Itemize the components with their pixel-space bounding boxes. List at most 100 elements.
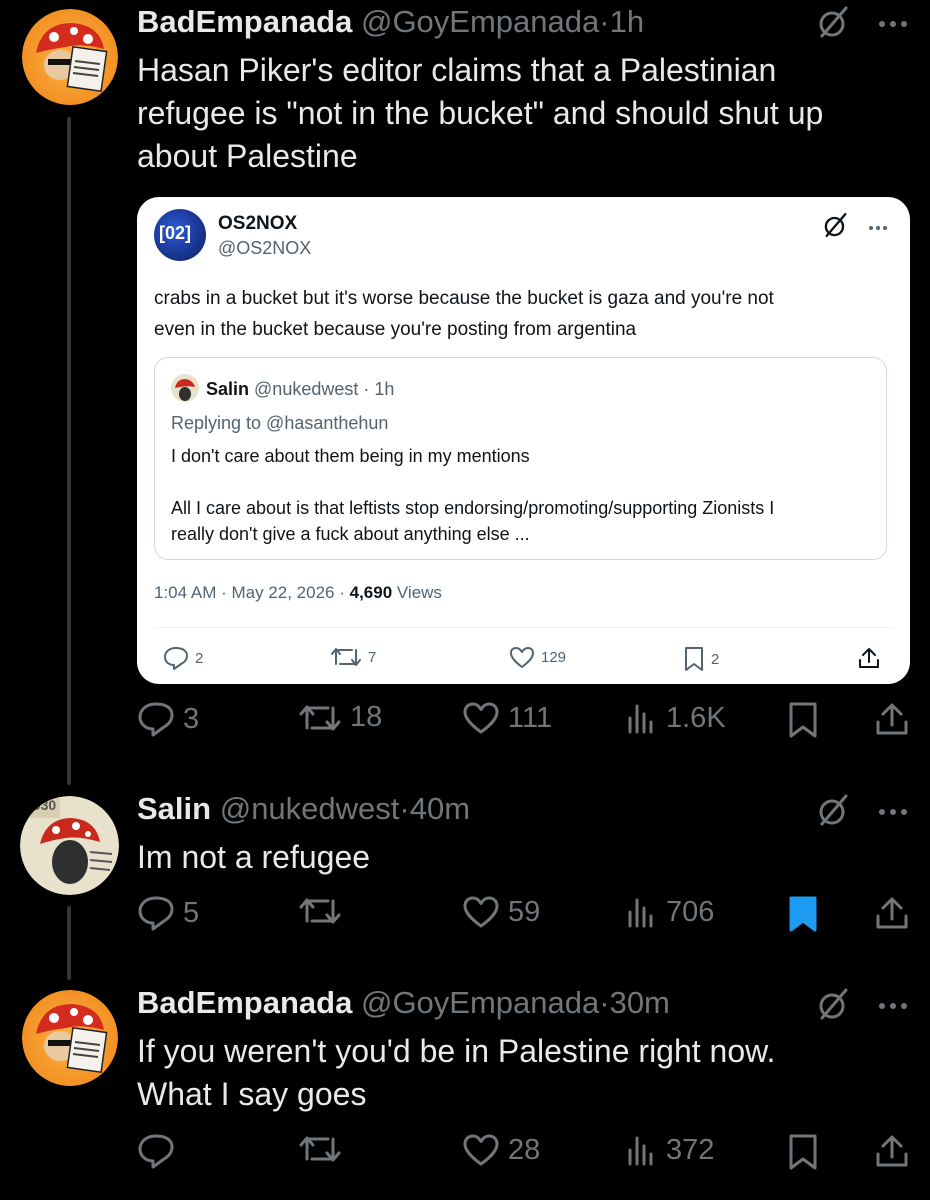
post-time[interactable]: 30m [610, 985, 670, 1020]
post-top-icons [816, 792, 908, 833]
author-name[interactable]: Salin [137, 791, 211, 826]
more-icon[interactable] [878, 998, 908, 1016]
quote-views-count: 4,690 [349, 583, 393, 602]
avatar-badempanada[interactable] [22, 9, 118, 105]
post-text: Hasan Piker's editor claims that a Pales… [137, 52, 824, 174]
post-text: Im not a refugee [137, 839, 371, 875]
post-actions: 5 59 706 [137, 895, 909, 939]
repost-icon [299, 1136, 341, 1162]
bookmark-icon [685, 647, 703, 671]
nested-avatar[interactable] [171, 374, 199, 402]
reply-button[interactable]: 3 [137, 701, 199, 737]
author-handle[interactable]: @nukedwest [220, 791, 400, 826]
nested-author-handle[interactable]: @nukedwest [254, 379, 358, 399]
quote-author-name[interactable]: OS2NOX [218, 213, 297, 235]
author-handle[interactable]: @GoyEmpanada [361, 4, 599, 39]
post-top-icons [816, 986, 908, 1027]
repost-button[interactable] [298, 895, 350, 927]
replying-to[interactable]: Replying to @hasanthehun [171, 413, 388, 434]
avatar-year-badge: 1930 [25, 797, 57, 813]
nested-post-time: 1h [374, 379, 395, 399]
thread-connector [67, 906, 71, 980]
nested-author-name[interactable]: Salin [206, 379, 249, 399]
post-header: BadEmpanada @GoyEmpanada·30m [137, 985, 670, 1021]
grok-icon[interactable] [816, 4, 852, 45]
views-button[interactable]: 372 [626, 1133, 714, 1167]
author-name[interactable]: BadEmpanada [137, 4, 352, 39]
bookmark-icon [789, 1134, 817, 1170]
quote-bookmark-button[interactable]: 2 [683, 646, 719, 672]
views-icon [628, 898, 653, 928]
more-icon[interactable] [878, 804, 908, 822]
repost-icon [299, 705, 341, 730]
separator: · [399, 791, 410, 826]
views-button[interactable]: 1.6K [626, 701, 726, 735]
divider [154, 627, 893, 628]
quote-author-handle[interactable]: @OS2NOX [218, 238, 311, 259]
like-icon [463, 1134, 499, 1166]
share-button[interactable] [874, 1133, 910, 1169]
repost-icon [331, 648, 361, 666]
more-icon[interactable] [868, 219, 888, 237]
post-time[interactable]: 40m [410, 791, 470, 826]
quote-views-label: Views [396, 583, 442, 602]
quote-text: crabs in a bucket but it's worse because… [154, 288, 774, 340]
reply-icon [138, 896, 174, 931]
bookmark-icon [789, 702, 817, 738]
quote-top-icons [822, 211, 888, 244]
post-time[interactable]: 1h [610, 4, 644, 39]
post-header: Salin @nukedwest·40m [137, 791, 470, 827]
share-icon [876, 1135, 908, 1167]
share-icon [876, 897, 908, 929]
reply-icon [138, 702, 174, 737]
share-icon [859, 648, 879, 668]
quote-reply-button[interactable]: 2 [163, 646, 203, 670]
post-text: If you weren't you'd be in Palestine rig… [137, 1033, 776, 1112]
bookmark-button[interactable] [787, 1133, 819, 1171]
avatar-badempanada[interactable] [22, 990, 118, 1086]
post-header: BadEmpanada @GoyEmpanada·1h [137, 4, 644, 40]
quote-time[interactable]: 1:04 AM [154, 583, 216, 602]
grok-icon[interactable] [816, 986, 852, 1027]
reply-button[interactable] [137, 1133, 183, 1169]
author-name[interactable]: BadEmpanada [137, 985, 352, 1020]
quoted-post-card[interactable]: [02] OS2NOX @OS2NOX crabs in a bucket bu… [137, 197, 910, 684]
reply-button[interactable]: 5 [137, 895, 199, 931]
grok-icon[interactable] [822, 211, 850, 244]
views-icon [628, 704, 653, 734]
reply-icon [164, 647, 188, 670]
post-actions: 28 372 [137, 1133, 909, 1177]
like-icon [463, 702, 499, 734]
grok-icon[interactable] [816, 792, 852, 833]
author-handle[interactable]: @GoyEmpanada [361, 985, 599, 1020]
avatar-salin[interactable]: 1930 [20, 796, 119, 895]
separator: · [599, 4, 610, 39]
nested-author: Salin @nukedwest · 1h [206, 379, 394, 400]
repost-button[interactable]: 18 [298, 701, 382, 734]
bookmark-button-active[interactable] [787, 895, 819, 933]
quote-share-button[interactable] [857, 646, 881, 670]
post-actions: 3 18 111 1.6K [137, 701, 909, 745]
bookmark-filled-icon [789, 896, 817, 932]
separator: · [358, 379, 375, 399]
nested-post-text: I don't care about them being in my ment… [171, 446, 775, 544]
reply-icon [138, 1134, 174, 1169]
like-button[interactable]: 28 [462, 1133, 540, 1167]
more-icon[interactable] [878, 16, 908, 34]
like-icon [510, 647, 534, 668]
quote-avatar[interactable]: [02] [154, 209, 206, 261]
share-button[interactable] [874, 701, 910, 737]
quote-repost-button[interactable]: 7 [330, 646, 376, 668]
nested-quoted-post[interactable]: Salin @nukedwest · 1h Replying to @hasan… [154, 357, 887, 560]
repost-button[interactable] [298, 1133, 350, 1165]
bookmark-button[interactable] [787, 701, 819, 739]
like-button[interactable]: 59 [462, 895, 540, 929]
like-button[interactable]: 111 [462, 701, 552, 735]
like-icon [463, 896, 499, 928]
quote-like-button[interactable]: 129 [509, 646, 566, 669]
quote-date[interactable]: May 22, 2026 [231, 583, 334, 602]
repost-icon [299, 898, 341, 924]
views-button[interactable]: 706 [626, 895, 714, 929]
share-button[interactable] [874, 895, 910, 931]
share-icon [876, 703, 908, 735]
